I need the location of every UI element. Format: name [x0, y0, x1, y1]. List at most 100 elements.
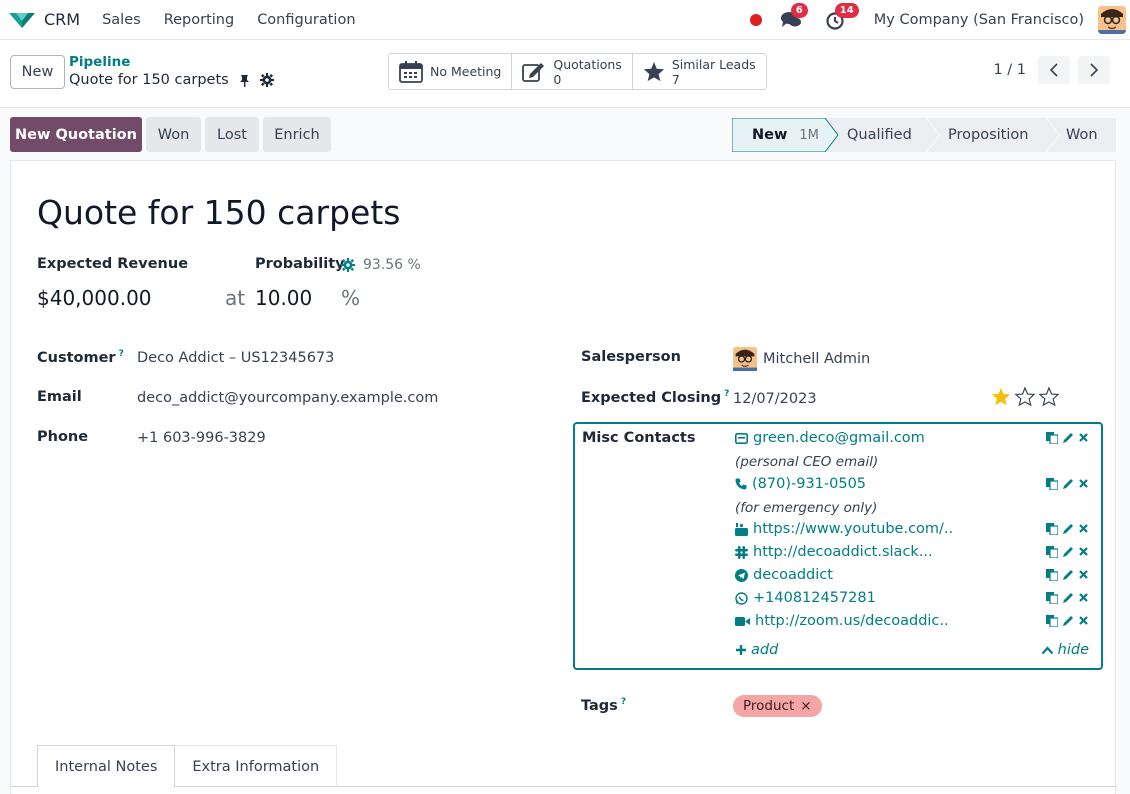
phone-field[interactable]: +1 603-996-3829 [137, 430, 266, 446]
help-tooltip-icon[interactable]: ? [724, 389, 729, 399]
company-switcher[interactable]: My Company (San Francisco) [874, 12, 1084, 28]
copy-icon[interactable] [1046, 478, 1058, 490]
customer-label-text: Customer [37, 349, 116, 366]
misc-slack-link[interactable]: http://decoaddict.slack... [735, 544, 933, 560]
misc-whatsapp-link[interactable]: +140812457281 [735, 590, 876, 606]
mark-won-button[interactable]: Won [146, 117, 201, 152]
pager-next-button[interactable] [1078, 56, 1110, 84]
star-filled-icon[interactable] [991, 387, 1011, 406]
misc-youtube-link[interactable]: https://www.youtube.com/.. [735, 521, 953, 537]
misc-slack-actions [1046, 546, 1089, 558]
priority-stars [991, 387, 1059, 406]
menu-reporting[interactable]: Reporting [164, 12, 235, 28]
star-empty-icon[interactable] [1039, 387, 1059, 406]
new-quotation-button[interactable]: New Quotation [10, 117, 142, 152]
copy-icon[interactable] [1046, 546, 1058, 558]
menu-sales[interactable]: Sales [102, 12, 141, 28]
pencil-icon[interactable] [1062, 592, 1074, 604]
tab-internal-notes[interactable]: Internal Notes [37, 745, 176, 787]
misc-phone-link[interactable]: (870)-931-0505 [735, 476, 866, 492]
stage-proposition[interactable]: Proposition [948, 118, 1028, 152]
star-empty-icon[interactable] [1015, 387, 1035, 406]
salesperson-avatar [733, 347, 757, 371]
close-icon[interactable] [1078, 546, 1089, 557]
copy-icon[interactable] [1046, 523, 1058, 535]
misc-whatsapp-value: +140812457281 [753, 590, 876, 606]
close-icon[interactable] [1078, 569, 1089, 580]
pencil-icon[interactable] [1062, 569, 1074, 581]
close-icon[interactable] [1078, 523, 1089, 534]
copy-icon[interactable] [1046, 432, 1058, 444]
activities-button[interactable]: 14 [822, 3, 859, 33]
pager-previous-button[interactable] [1038, 56, 1070, 84]
messages-button[interactable]: 6 [778, 3, 808, 33]
tag-product-label: Product [743, 698, 795, 714]
help-tooltip-icon[interactable]: ? [621, 697, 626, 707]
pencil-icon[interactable] [1062, 523, 1074, 535]
tag-remove-icon[interactable]: × [800, 698, 811, 714]
pin-icon[interactable] [239, 74, 250, 87]
phone-label: Phone [37, 429, 89, 445]
menu-configuration[interactable]: Configuration [257, 12, 355, 28]
help-tooltip-icon[interactable]: ? [119, 349, 124, 359]
close-icon[interactable] [1078, 432, 1089, 443]
breadcrumb-pipeline[interactable]: Pipeline [69, 54, 130, 70]
pencil-icon[interactable] [1062, 615, 1074, 627]
quotations-smart-button[interactable]: Quotations 0 [512, 54, 633, 89]
close-icon[interactable] [1078, 478, 1089, 489]
close-icon[interactable] [1078, 592, 1089, 603]
copy-icon[interactable] [1046, 592, 1058, 604]
misc-contacts-label: Misc Contacts [582, 430, 696, 446]
pencil-icon[interactable] [1062, 478, 1074, 490]
probability-input[interactable]: 10.00 [255, 286, 312, 310]
misc-zoom-link[interactable]: http://zoom.us/decoaddic.. [735, 613, 949, 629]
mark-lost-button[interactable]: Lost [205, 117, 259, 152]
statusbar: New Quotation Won Lost Enrich New 1M Qua… [0, 108, 1130, 160]
smart-buttons: No Meeting Quotations 0 Similar Leads 7 [388, 53, 767, 90]
tab-extra-information[interactable]: Extra Information [175, 745, 338, 787]
misc-contacts-widget: Misc Contacts green.deco@gmail.com (pers… [573, 422, 1103, 670]
copy-icon[interactable] [1046, 569, 1058, 581]
misc-hide-button[interactable]: hide [1041, 642, 1089, 658]
salesperson-field[interactable]: Mitchell Admin [733, 347, 870, 371]
pencil-icon[interactable] [1062, 546, 1074, 558]
similar-leads-label: Similar Leads [671, 56, 756, 72]
recording-indicator-icon[interactable] [749, 14, 762, 26]
misc-email-link[interactable]: green.deco@gmail.com [735, 430, 925, 446]
chevron-left-icon [1049, 63, 1058, 77]
misc-telegram-link[interactable]: decoaddict [735, 567, 833, 583]
similar-leads-smart-button[interactable]: Similar Leads 7 [633, 54, 766, 89]
telegram-icon [735, 568, 748, 582]
customer-field[interactable]: Deco Addict – US12345673 [137, 350, 334, 366]
pencil-icon[interactable] [1062, 432, 1074, 444]
enrich-button[interactable]: Enrich [263, 117, 331, 152]
lead-title[interactable]: Quote for 150 carpets [37, 193, 400, 232]
close-icon[interactable] [1078, 615, 1089, 626]
expected-closing-field[interactable]: 12/07/2023 [733, 391, 817, 407]
user-avatar[interactable] [1098, 6, 1126, 34]
activities-count-badge: 14 [834, 3, 859, 18]
app-brand[interactable]: CRM [8, 10, 80, 29]
meeting-smart-button[interactable]: No Meeting [389, 54, 513, 89]
pager-value[interactable]: 1 / 1 [993, 62, 1026, 78]
similar-leads-count: 7 [671, 71, 680, 87]
gear-icon[interactable] [259, 73, 274, 87]
navbar-systray: 6 14 My Company (San Francisco) [749, 0, 1130, 40]
misc-telegram-actions [1046, 569, 1089, 581]
gear-icon[interactable] [341, 258, 355, 272]
email-field[interactable]: deco_addict@yourcompany.example.com [137, 390, 438, 406]
misc-whatsapp-actions [1046, 592, 1089, 604]
new-record-button[interactable]: New [10, 55, 65, 89]
tag-product[interactable]: Product × [733, 695, 822, 717]
stage-won[interactable]: Won [1066, 118, 1098, 152]
misc-add-button[interactable]: add [735, 642, 778, 658]
star-icon [643, 61, 664, 82]
user-face-icon [1098, 6, 1126, 34]
copy-icon[interactable] [1046, 615, 1058, 627]
misc-hide-label: hide [1057, 642, 1089, 658]
stage-new[interactable]: New 1M [752, 118, 819, 152]
expected-revenue-input[interactable]: $40,000.00 [37, 286, 152, 310]
tags-label: Tags? [581, 697, 626, 714]
stage-qualified[interactable]: Qualified [847, 118, 912, 152]
meeting-label: No Meeting [430, 64, 502, 79]
